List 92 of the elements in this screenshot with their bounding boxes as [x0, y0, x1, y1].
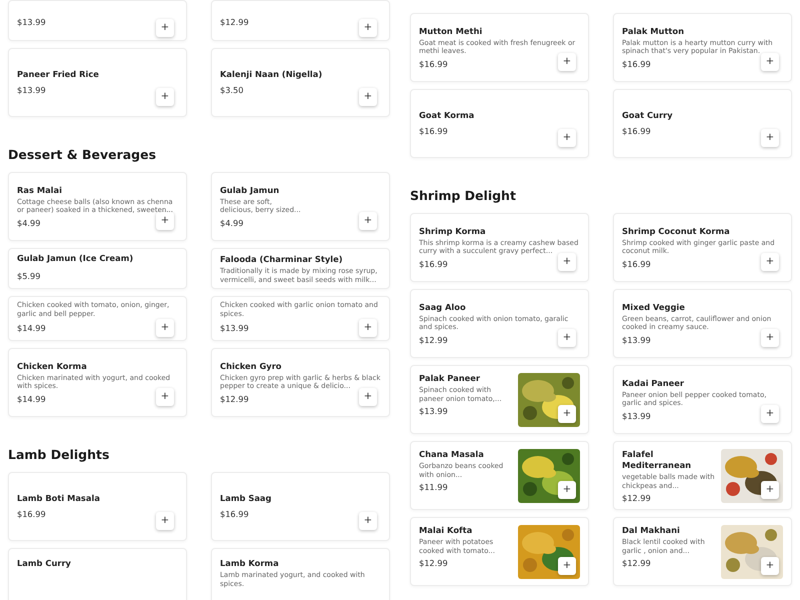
add-button[interactable]: +	[359, 88, 377, 106]
menu-card[interactable]: $13.99 +	[8, 0, 187, 41]
dish-price: $16.99	[17, 509, 46, 520]
dish-name: Shrimp Korma	[419, 226, 486, 236]
dish-name: Gulab Jamun	[220, 184, 280, 196]
dish-price: $13.99	[220, 322, 249, 335]
dish-name: Kalenji Naan (Nigella)	[220, 69, 322, 80]
dish-name: Goat Korma	[419, 110, 474, 121]
menu-card[interactable]: Goat Curry $16.99 +	[613, 89, 792, 158]
add-button[interactable]: +	[359, 512, 377, 530]
dish-name: Goat Curry	[622, 110, 673, 121]
dish-price: $13.99	[419, 406, 448, 417]
dish-name: Dal Makhani	[622, 525, 680, 536]
add-button[interactable]: +	[761, 329, 779, 347]
section-heading: Shrimp Delight	[410, 188, 517, 203]
dish-price: $13.99	[17, 16, 46, 28]
add-button[interactable]: +	[558, 405, 576, 423]
dish-price: $16.99	[622, 258, 651, 270]
add-button[interactable]: +	[156, 19, 174, 37]
menu-card[interactable]: Goat Korma $16.99 +	[410, 89, 589, 158]
dish-price: $4.99	[220, 218, 244, 228]
add-button[interactable]: +	[761, 481, 779, 499]
dish-price: $16.99	[220, 509, 249, 520]
add-button[interactable]: +	[761, 253, 779, 271]
dish-name: Kadai Paneer	[622, 378, 684, 388]
dish-name: Ras Malai	[17, 184, 62, 196]
add-button[interactable]: +	[558, 481, 576, 499]
menu-card[interactable]: Lamb Saag $16.99 +	[211, 472, 390, 541]
add-button[interactable]: +	[558, 557, 576, 575]
dish-price: $13.99	[17, 85, 46, 96]
add-button[interactable]: +	[558, 53, 576, 71]
add-button[interactable]: +	[359, 319, 377, 337]
menu-card[interactable]: Paneer Fried Rice $13.99 +	[8, 48, 187, 117]
dish-price: $13.99	[622, 410, 651, 422]
dish-price: $14.99	[17, 322, 46, 335]
dish-price: $16.99	[419, 126, 448, 137]
dish-price: $16.99	[622, 126, 651, 137]
dish-name: Gulab Jamun (Ice Cream)	[17, 253, 134, 264]
dish-price: $13.99	[622, 334, 651, 346]
dish-name: Mutton Methi	[419, 26, 482, 36]
add-button[interactable]: +	[761, 557, 779, 575]
dish-name: Lamb Curry	[17, 558, 71, 569]
add-button[interactable]: +	[156, 512, 174, 530]
dish-name: Lamb Saag	[220, 493, 272, 504]
dish-name: Lamb Boti Masala	[17, 493, 100, 504]
menu-card[interactable]: Kalenji Naan (Nigella) $3.50 +	[211, 48, 390, 117]
add-button[interactable]: +	[359, 388, 377, 406]
dish-price: $3.50	[220, 85, 244, 96]
dish-name: Palak Mutton	[622, 26, 684, 36]
dish-name: Shrimp Coconut Korma	[622, 226, 730, 236]
menu-card[interactable]: $12.99 +	[211, 0, 390, 41]
dish-price: $12.99	[622, 558, 651, 569]
dish-name: Saag Aloo	[419, 302, 466, 312]
add-button[interactable]: +	[761, 53, 779, 71]
dish-price: $11.99	[419, 482, 448, 493]
dish-price: $12.99	[419, 334, 448, 346]
dish-price: $12.99	[419, 558, 448, 569]
dish-name: Falafel Mediterranean	[622, 449, 692, 471]
dish-price: $12.99	[622, 493, 651, 504]
dish-price: $14.99	[17, 394, 46, 404]
add-button[interactable]: +	[156, 88, 174, 106]
dish-price: $16.99	[419, 258, 448, 270]
section-heading: Lamb Delights	[8, 447, 110, 462]
section-heading: Dessert & Beverages	[8, 147, 158, 162]
add-button[interactable]: +	[156, 212, 174, 230]
dish-price: $16.99	[419, 58, 448, 70]
dish-price: $4.99	[17, 218, 40, 228]
dish-name: Falooda (Charminar Style)	[220, 254, 343, 265]
add-button[interactable]: +	[359, 212, 377, 230]
dish-name: Chana Masala	[419, 449, 484, 460]
menu-card[interactable]: Lamb Boti Masala $16.99 +	[8, 472, 187, 541]
dish-name: Lamb Korma	[220, 558, 279, 569]
add-button[interactable]: +	[558, 329, 576, 347]
add-button[interactable]: +	[156, 319, 174, 337]
dish-name: Paneer Fried Rice	[17, 69, 99, 80]
add-button[interactable]: +	[761, 129, 779, 147]
dish-price: $16.99	[622, 58, 651, 70]
dish-name: Malai Kofta	[419, 525, 472, 536]
menu-card[interactable]: Gulab Jamun (Ice Cream) $5.99	[8, 248, 187, 289]
dish-price: $5.99	[17, 270, 40, 283]
add-button[interactable]: +	[156, 388, 174, 406]
add-button[interactable]: +	[558, 253, 576, 271]
dish-name: Chicken Korma	[17, 360, 87, 372]
add-button[interactable]: +	[359, 19, 377, 37]
add-button[interactable]: +	[761, 405, 779, 423]
menu-card[interactable]: Lamb Curry	[8, 548, 187, 600]
dish-price: $12.99	[220, 394, 249, 404]
dish-name: Chicken Gyro	[220, 360, 282, 372]
dish-name: Mixed Veggie	[622, 302, 685, 312]
add-button[interactable]: +	[558, 129, 576, 147]
dish-name: Palak Paneer	[419, 373, 480, 384]
dish-price: $12.99	[220, 16, 249, 28]
